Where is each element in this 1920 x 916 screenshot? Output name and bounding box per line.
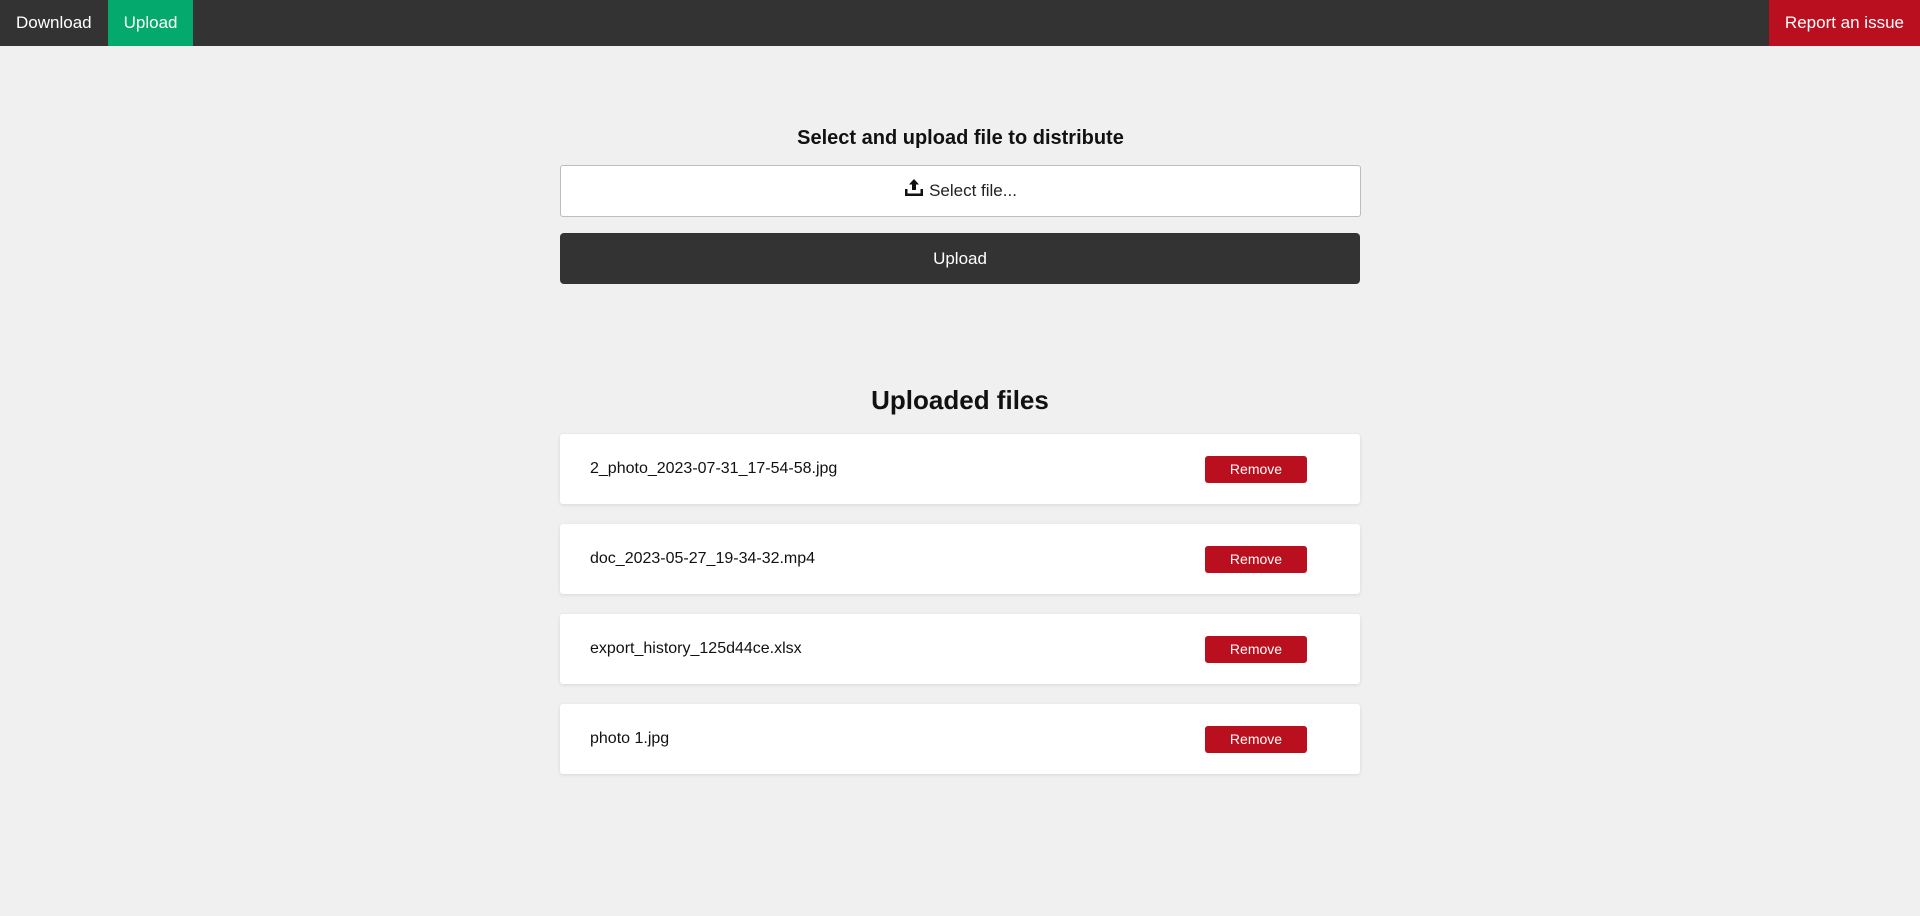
report-issue-button[interactable]: Report an issue <box>1768 0 1920 46</box>
remove-button[interactable]: Remove <box>1205 635 1307 663</box>
nav-download[interactable]: Download <box>0 0 108 46</box>
top-navigation-bar: Download Upload Report an issue <box>0 0 1920 46</box>
uploaded-files-section: Uploaded files 2_photo_2023-07-31_17-54-… <box>560 380 1360 794</box>
file-name: 2_photo_2023-07-31_17-54-58.jpg <box>590 460 838 477</box>
remove-button[interactable]: Remove <box>1205 455 1307 483</box>
upload-title: Select and upload file to distribute <box>797 127 1124 149</box>
upload-section: Select and upload file to distribute Sel… <box>560 120 1361 284</box>
upload-button[interactable]: Upload <box>560 233 1360 284</box>
nav-download-label: Download <box>16 13 92 32</box>
file-name: doc_2023-05-27_19-34-32.mp4 <box>590 550 816 567</box>
uploaded-files-title: Uploaded files <box>871 385 1049 415</box>
report-issue-label: Report an issue <box>1784 13 1904 32</box>
upload-tray-icon <box>904 178 924 198</box>
select-file-button[interactable]: Select file... <box>560 165 1361 217</box>
file-row: export_history_125d44ce.xlsx Remove <box>560 614 1360 684</box>
file-row: 2_photo_2023-07-31_17-54-58.jpg Remove <box>560 434 1360 504</box>
remove-button[interactable]: Remove <box>1205 545 1307 573</box>
nav-upload-label: Upload <box>123 13 178 32</box>
file-list: 2_photo_2023-07-31_17-54-58.jpg Remove d… <box>560 434 1360 774</box>
file-name: photo 1.jpg <box>590 730 670 747</box>
file-name: export_history_125d44ce.xlsx <box>590 640 802 657</box>
nav-upload[interactable]: Upload <box>107 0 194 46</box>
file-row: photo 1.jpg Remove <box>560 704 1360 774</box>
remove-button[interactable]: Remove <box>1205 725 1307 753</box>
select-file-label: Select file... <box>929 181 1017 200</box>
file-row: doc_2023-05-27_19-34-32.mp4 Remove <box>560 524 1360 594</box>
